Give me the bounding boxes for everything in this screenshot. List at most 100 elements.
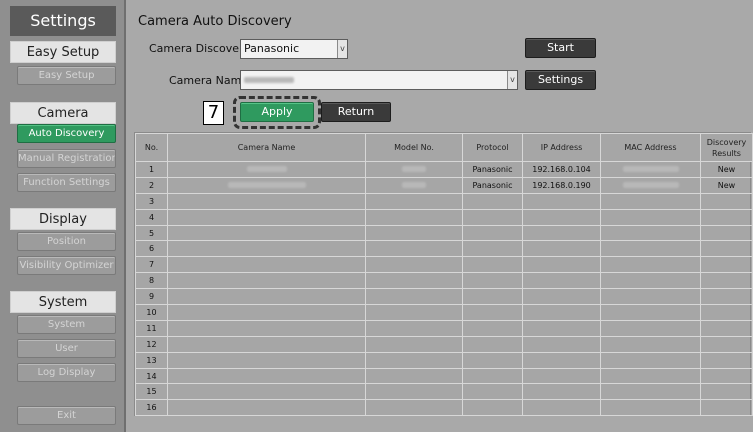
header-discovery-results: Discovery Results [700, 133, 753, 162]
header-no: No. [135, 133, 168, 162]
cell-camera-name [167, 351, 366, 369]
page-title: Camera Auto Discovery [138, 14, 292, 29]
cell-no: 4 [135, 208, 168, 226]
cell-discovery-result [700, 304, 753, 321]
cell-camera-name [167, 176, 366, 194]
sidebar-item-auto-discovery[interactable]: Auto Discovery [17, 124, 116, 143]
camera-discovery-select[interactable]: Panasonic v [240, 39, 348, 59]
cell-discovery-result [700, 351, 753, 369]
cell-discovery-result [700, 256, 753, 274]
cell-ip-address [522, 351, 601, 369]
cell-discovery-result [700, 192, 753, 210]
cell-mac-address [600, 208, 701, 226]
header-mac-address: MAC Address [600, 133, 701, 162]
sidebar-item-log-display[interactable]: Log Display [17, 363, 116, 382]
cell-mac-address [600, 288, 701, 306]
cell-camera-name [167, 208, 366, 226]
cell-protocol [462, 399, 523, 417]
cell-protocol [462, 256, 523, 274]
sidebar-item-easy-setup[interactable]: Easy Setup [17, 66, 116, 85]
cell-mac-address [600, 367, 701, 385]
return-button[interactable]: Return [321, 102, 391, 122]
cell-no: 10 [135, 304, 168, 321]
table-row[interactable]: 5 [135, 224, 753, 242]
blurred-value [622, 166, 679, 173]
cell-ip-address [522, 224, 601, 242]
table-row[interactable]: 6 [135, 240, 753, 258]
cell-camera-name [167, 335, 366, 353]
cell-no: 11 [135, 319, 168, 337]
cell-protocol [462, 304, 523, 321]
camera-name-label: Camera Name [169, 74, 249, 87]
cell-camera-name [167, 161, 366, 178]
sidebar-item-function-settings[interactable]: Function Settings [17, 173, 116, 192]
table-row[interactable]: 4 [135, 208, 753, 226]
cell-camera-name [167, 272, 366, 290]
cell-model-no [365, 224, 463, 242]
sidebar-item-manual-registration[interactable]: Manual Registration [17, 149, 116, 168]
header-ip-address: IP Address [522, 133, 601, 162]
cell-protocol [462, 192, 523, 210]
blurred-camera-name [244, 77, 294, 83]
cell-ip-address [522, 208, 601, 226]
sidebar-item-system[interactable]: System [17, 315, 116, 334]
sidebar-header-display: Display [10, 208, 116, 230]
table-row[interactable]: 13 [135, 351, 753, 369]
table-row[interactable]: 11 [135, 319, 753, 337]
cell-model-no [365, 272, 463, 290]
chevron-down-icon: v [337, 40, 347, 58]
cell-mac-address [600, 224, 701, 242]
cell-discovery-result [700, 383, 753, 401]
cell-protocol [462, 240, 523, 258]
cell-protocol [462, 351, 523, 369]
cell-model-no [365, 256, 463, 274]
header-protocol: Protocol [462, 133, 523, 162]
start-button[interactable]: Start [525, 38, 596, 58]
table-row[interactable]: 16 [135, 399, 753, 417]
cell-discovery-result [700, 240, 753, 258]
camera-discovery-label: Camera Discovery [149, 42, 251, 55]
cell-mac-address [600, 176, 701, 194]
sidebar-item-visibility-optimizer[interactable]: Visibility Optimizer [17, 256, 116, 275]
settings-button[interactable]: Settings [525, 70, 596, 90]
table-row[interactable]: 15 [135, 383, 753, 401]
table-row[interactable]: 2 Panasonic 192.168.0.190 New [135, 176, 753, 194]
cell-discovery-result [700, 224, 753, 242]
camera-name-select[interactable]: v [240, 70, 518, 90]
cell-protocol: Panasonic [462, 161, 523, 178]
table-row[interactable]: 9 [135, 288, 753, 306]
exit-button[interactable]: Exit [17, 406, 116, 425]
cell-ip-address [522, 256, 601, 274]
cell-model-no [365, 192, 463, 210]
sidebar-item-user[interactable]: User [17, 339, 116, 358]
main-panel: Camera Auto Discovery Camera Discovery P… [128, 0, 753, 432]
table-body: 1 Panasonic 192.168.0.104 New 2 Panasonic 192.… [135, 161, 753, 417]
cell-no: 15 [135, 383, 168, 401]
sidebar-item-position[interactable]: Position [17, 232, 116, 251]
cell-no: 5 [135, 224, 168, 242]
blurred-value [622, 182, 679, 189]
cell-mac-address [600, 335, 701, 353]
table-row[interactable]: 10 [135, 304, 753, 321]
table-row[interactable]: 7 [135, 256, 753, 274]
table-row[interactable]: 14 [135, 367, 753, 385]
cell-discovery-result: New [700, 176, 753, 194]
cell-discovery-result [700, 399, 753, 417]
cell-ip-address [522, 335, 601, 353]
table-row[interactable]: 1 Panasonic 192.168.0.104 New [135, 161, 753, 178]
cell-camera-name [167, 256, 366, 274]
cell-protocol [462, 272, 523, 290]
cell-model-no [365, 335, 463, 353]
cell-camera-name [167, 399, 366, 417]
cell-mac-address [600, 161, 701, 178]
cell-no: 12 [135, 335, 168, 353]
cell-ip-address [522, 304, 601, 321]
cell-camera-name [167, 383, 366, 401]
cell-ip-address [522, 367, 601, 385]
table-row[interactable]: 8 [135, 272, 753, 290]
cell-protocol [462, 224, 523, 242]
apply-button[interactable]: Apply [240, 102, 314, 122]
discovery-table: No. Camera Name Model No. Protocol IP Ad… [134, 132, 753, 417]
table-row[interactable]: 3 [135, 192, 753, 210]
table-row[interactable]: 12 [135, 335, 753, 353]
